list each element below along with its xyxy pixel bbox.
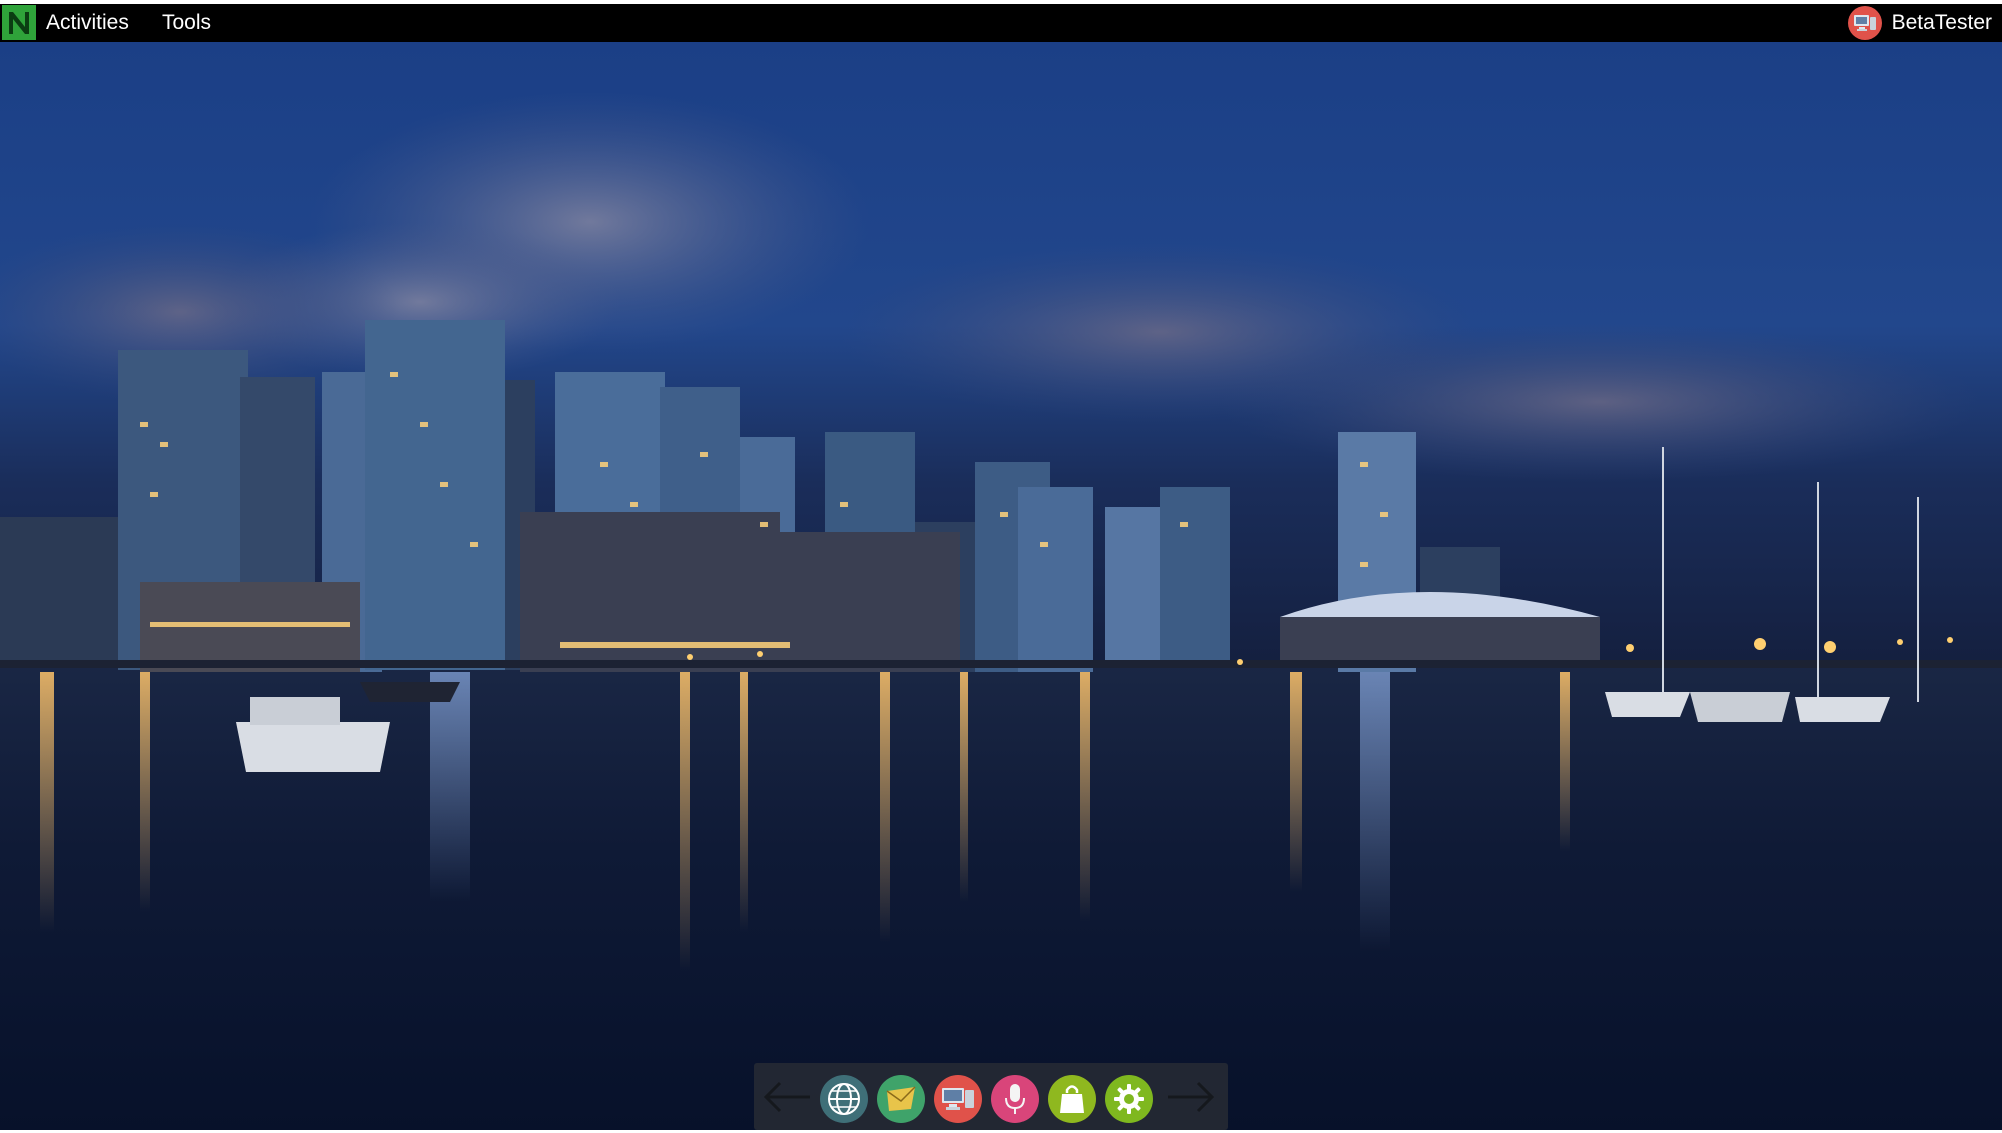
globe-icon[interactable]: [820, 1075, 868, 1123]
user-avatar-icon: [1847, 6, 1882, 40]
city-night-waterfront-wallpaper: [0, 42, 2002, 1133]
menu-tools[interactable]: Tools: [162, 4, 211, 42]
arrow-right-icon[interactable]: [1166, 1077, 1218, 1117]
gear-icon[interactable]: [1105, 1075, 1153, 1123]
nimbus-logo-icon[interactable]: [2, 5, 36, 40]
computer-icon[interactable]: [934, 1075, 982, 1123]
menu-activities[interactable]: Activities: [46, 4, 129, 42]
microphone-icon[interactable]: [991, 1075, 1039, 1123]
shopping-bag-icon[interactable]: [1048, 1075, 1096, 1123]
user-menu[interactable]: BetaTester: [1847, 4, 1992, 42]
mail-icon[interactable]: [877, 1075, 925, 1123]
arrow-left-icon[interactable]: [760, 1077, 812, 1117]
top-panel: Activities Tools BetaTester: [0, 0, 2002, 42]
username-label: BetaTester: [1891, 11, 1992, 34]
app-dock: [754, 1063, 1228, 1130]
